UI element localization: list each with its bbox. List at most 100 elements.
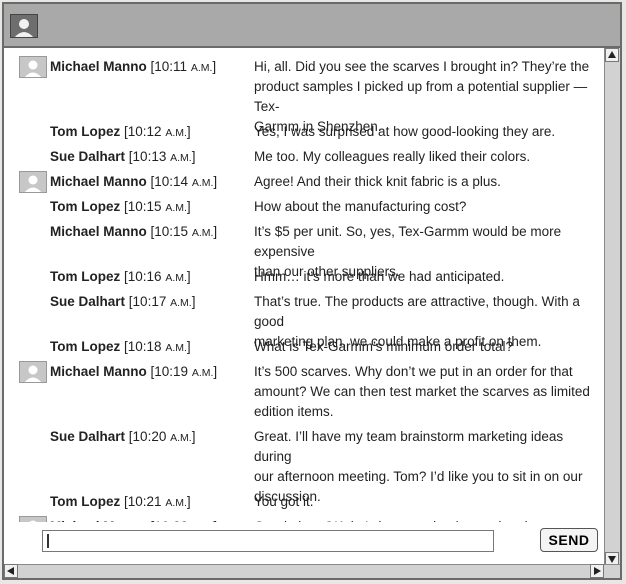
sender-name: Tom Lopez <box>50 494 121 509</box>
horizontal-scrollbar[interactable] <box>4 564 620 578</box>
message-time-close: ] <box>191 429 196 444</box>
message-time: [10:12 <box>124 124 166 139</box>
message-sender: Michael Manno [10:11 A.M.] <box>50 57 216 78</box>
person-icon <box>19 56 47 78</box>
message-line: Agree! And their thick knit fabric is a … <box>254 174 501 189</box>
chat-message: Michael Manno [10:14 A.M.] Agree! And the… <box>4 171 604 193</box>
message-text: Hmm… it’s more than we had anticipated. <box>254 267 594 287</box>
message-time-ampm: A.M. <box>165 272 187 284</box>
message-text: Yes, I was surprised at how good-looking… <box>254 122 594 142</box>
message-time-ampm: A.M. <box>190 62 213 74</box>
message-text: What is Tex-Garmm’s minimum order total? <box>254 337 594 357</box>
message-sender: Sue Dalhart [10:20 A.M.] <box>50 427 195 448</box>
message-line: Hi, all. Did you see the scarves I broug… <box>254 59 590 74</box>
message-sender: Tom Lopez [10:21 A.M.] <box>50 492 191 513</box>
user-avatar-icon[interactable] <box>10 14 38 38</box>
text-caret <box>47 534 49 548</box>
message-sender: Tom Lopez [10:16 A.M.] <box>50 267 191 288</box>
message-time-close: ] <box>191 149 196 164</box>
sender-name: Tom Lopez <box>50 199 121 214</box>
message-sender: Sue Dalhart [10:13 A.M.] <box>50 147 195 168</box>
chat-message: Tom Lopez [10:21 A.M.] You got it. <box>4 492 604 512</box>
message-time-close: ] <box>186 339 191 354</box>
message-time-ampm: A.M. <box>170 152 192 164</box>
message-time: [10:21 <box>124 494 166 509</box>
message-line: You got it. <box>254 494 314 509</box>
sender-name: Sue Dalhart <box>50 294 126 309</box>
vertical-scrollbar[interactable] <box>604 48 620 566</box>
message-sender: Tom Lopez [10:18 A.M.] <box>50 337 191 358</box>
message-list: Michael Manno [10:11 A.M.] Hi, all. Did y… <box>4 48 604 538</box>
send-button[interactable]: SEND <box>540 528 598 552</box>
message-text: How about the manufacturing cost? <box>254 197 594 217</box>
message-line: Great. I’ll have my team brainstorm mark… <box>254 429 564 464</box>
message-time-ampm: A.M. <box>165 342 187 354</box>
message-sender: Michael Manno [10:19 A.M.] <box>50 362 217 383</box>
message-time: [10:13 <box>128 149 171 164</box>
message-text: You got it. <box>254 492 594 512</box>
message-time: [10:15 <box>124 199 166 214</box>
message-time: [10:11 <box>150 59 191 74</box>
chat-message: Tom Lopez [10:18 A.M.] What is Tex-Garmm’… <box>4 337 604 357</box>
message-line: edition items. <box>254 404 334 419</box>
message-time: [10:19 <box>150 364 192 379</box>
message-sender: Tom Lopez [10:12 A.M.] <box>50 122 191 143</box>
message-time-ampm: A.M. <box>165 127 187 139</box>
message-sender: Sue Dalhart [10:17 A.M.] <box>50 292 195 313</box>
sender-name: Michael Manno <box>50 224 147 239</box>
message-time-close: ] <box>213 224 218 239</box>
message-time: [10:15 <box>150 224 192 239</box>
chat-message: Tom Lopez [10:15 A.M.] How about the manu… <box>4 197 604 217</box>
arrow-right-icon[interactable] <box>590 564 604 578</box>
person-icon <box>19 171 47 193</box>
message-line: Me too. My colleagues really liked their… <box>254 149 531 164</box>
message-sender: Tom Lopez [10:15 A.M.] <box>50 197 191 218</box>
message-time-close: ] <box>212 59 217 74</box>
message-line: Yes, I was surprised at how good-looking… <box>254 124 556 139</box>
message-input[interactable] <box>42 530 494 552</box>
chat-message: Sue Dalhart [10:20 A.M.] Great. I’ll have… <box>4 427 604 504</box>
message-time: [10:16 <box>124 269 166 284</box>
arrow-left-icon[interactable] <box>4 564 18 578</box>
sender-name: Michael Manno <box>50 174 147 189</box>
message-time-close: ] <box>213 364 218 379</box>
chat-message: Sue Dalhart [10:13 A.M.] Me too. My colle… <box>4 147 604 167</box>
message-text: Me too. My colleagues really liked their… <box>254 147 594 167</box>
message-line: It’s $5 per unit. So, yes, Tex-Garmm wou… <box>254 224 562 259</box>
arrow-up-icon[interactable] <box>605 48 619 62</box>
person-icon <box>19 361 47 383</box>
message-sender: Michael Manno [10:14 A.M.] <box>50 172 217 193</box>
message-line: our afternoon meeting. Tom? I’d like you… <box>254 469 583 484</box>
sender-name: Michael Manno <box>50 59 147 74</box>
sender-name: Tom Lopez <box>50 269 121 284</box>
message-time-ampm: A.M. <box>191 177 214 189</box>
message-text: It’s 500 scarves. Why don’t we put in an… <box>254 362 594 422</box>
message-line: product samples I picked up from a poten… <box>254 79 588 114</box>
sender-name: Sue Dalhart <box>50 149 126 164</box>
message-sender: Michael Manno [10:15 A.M.] <box>50 222 217 243</box>
message-text: Agree! And their thick knit fabric is a … <box>254 172 594 192</box>
message-time-ampm: A.M. <box>191 367 214 379</box>
message-line: What is Tex-Garmm’s minimum order total? <box>254 339 514 354</box>
chat-message: Tom Lopez [10:12 A.M.] Yes, I was surpris… <box>4 122 604 142</box>
message-time-ampm: A.M. <box>170 297 192 309</box>
chat-message: Michael Manno [10:15 A.M.] It’s $5 per un… <box>4 222 604 279</box>
message-time-ampm: A.M. <box>170 432 192 444</box>
title-bar <box>4 4 620 48</box>
sender-name: Michael Manno <box>50 364 147 379</box>
composer-bar: SEND <box>4 522 604 566</box>
message-time-close: ] <box>186 124 191 139</box>
chat-message: Michael Manno [10:11 A.M.] Hi, all. Did y… <box>4 56 604 134</box>
message-time-close: ] <box>186 199 191 214</box>
message-time: [10:17 <box>128 294 171 309</box>
message-time-close: ] <box>186 494 191 509</box>
message-line: It’s 500 scarves. Why don’t we put in an… <box>254 364 573 379</box>
message-time-ampm: A.M. <box>165 497 187 509</box>
chat-window: Michael Manno [10:11 A.M.] Hi, all. Did y… <box>2 2 622 580</box>
message-time: [10:14 <box>150 174 192 189</box>
message-time: [10:20 <box>128 429 171 444</box>
message-line: How about the manufacturing cost? <box>254 199 467 214</box>
message-line: Hmm… it’s more than we had anticipated. <box>254 269 505 284</box>
message-line: That’s true. The products are attractive… <box>254 294 580 329</box>
message-time-ampm: A.M. <box>191 227 214 239</box>
